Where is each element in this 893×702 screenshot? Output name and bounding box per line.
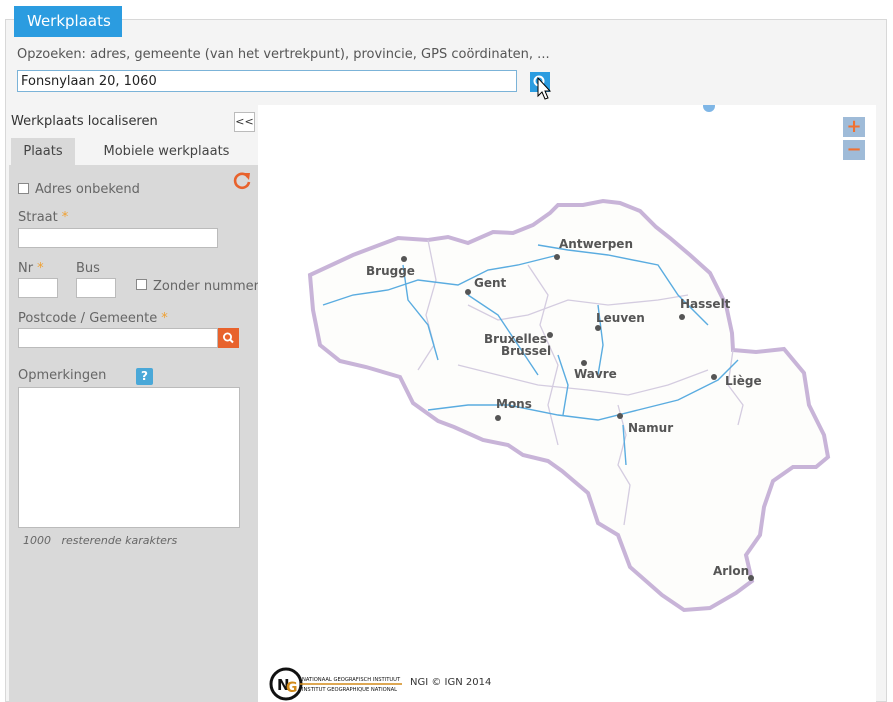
logo-text-fr: INSTITUT GEOGRAPHIQUE NATIONAL [302, 687, 397, 693]
counter-value: 1000 [23, 534, 51, 547]
city-label: Leuven [596, 311, 645, 325]
city-label: Brugge [366, 264, 415, 278]
city-label: Antwerpen [559, 237, 633, 251]
no-number-label: Zonder nummer [153, 279, 259, 294]
postcode-search-button[interactable] [218, 328, 239, 348]
postcode-label: Postcode / Gemeente * [18, 311, 168, 326]
nr-input[interactable] [18, 278, 58, 298]
street-label-text: Straat [18, 210, 58, 225]
left-panel: Werkplaats localiseren << Plaats Mobiele… [9, 105, 259, 702]
no-number-checkbox[interactable] [136, 279, 147, 290]
address-unknown-checkbox[interactable] [18, 183, 29, 194]
search-icon [223, 332, 234, 344]
city-label: Brussel [501, 344, 551, 358]
required-mark: * [37, 261, 44, 276]
character-counter: 1000 resterende karakters [23, 534, 177, 547]
help-icon[interactable]: ? [136, 368, 153, 385]
required-mark: * [61, 210, 69, 225]
city-label: Gent [474, 276, 507, 290]
required-mark: * [161, 311, 168, 326]
belgium-map: Antwerpen Brugge Gent Hasselt Leuven Bru… [307, 198, 831, 613]
city-label: Liège [725, 374, 762, 388]
map-view[interactable]: + − Antwerpen Brugge Gent Hasselt Leuven… [258, 105, 876, 702]
refresh-icon[interactable] [231, 169, 253, 191]
bus-input[interactable] [76, 278, 116, 298]
city-label: Hasselt [680, 297, 731, 311]
street-input[interactable] [18, 228, 218, 248]
tab-mobiele-werkplaats[interactable]: Mobiele werkplaats [75, 138, 258, 165]
address-unknown-label: Adres onbekend [35, 182, 140, 197]
map-attribution: NGI © IGN 2014 [410, 677, 492, 688]
location-form: Adres onbekend Straat * Nr * Bus Zonder nu… [9, 165, 259, 702]
city-label: Wavre [574, 367, 617, 381]
ngi-logo: N G NATIONAAL GEOGRAFISCH INSTITUUT INST… [269, 667, 402, 701]
postcode-label-text: Postcode / Gemeente [18, 311, 158, 326]
nr-label-text: Nr [18, 261, 34, 276]
country-border [307, 198, 831, 613]
svg-text:G: G [286, 680, 298, 696]
bus-label: Bus [76, 261, 100, 276]
logo-text-nl: NATIONAAL GEOGRAFISCH INSTITUUT [302, 677, 401, 683]
tab-bar: Plaats Mobiele werkplaats [11, 138, 258, 165]
search-label: Opzoeken: adres, gemeente (van het vertr… [17, 47, 550, 62]
remarks-label: Opmerkingen [18, 368, 107, 383]
counter-text: resterende karakters [61, 534, 178, 547]
tab-plaats[interactable]: Plaats [11, 138, 75, 165]
mouse-cursor-icon [537, 77, 552, 100]
panel-title: Werkplaats localiseren [11, 114, 158, 129]
postcode-input[interactable] [18, 328, 218, 348]
collapse-button[interactable]: << [234, 112, 255, 132]
page-title: Werkplaats [14, 6, 122, 37]
street-label: Straat * [18, 210, 68, 225]
city-label: Namur [628, 421, 673, 435]
nr-label: Nr * [18, 261, 44, 276]
search-input[interactable] [17, 70, 517, 92]
city-label: Arlon [713, 564, 749, 578]
remarks-textarea[interactable] [18, 387, 240, 528]
city-label: Mons [496, 397, 532, 411]
